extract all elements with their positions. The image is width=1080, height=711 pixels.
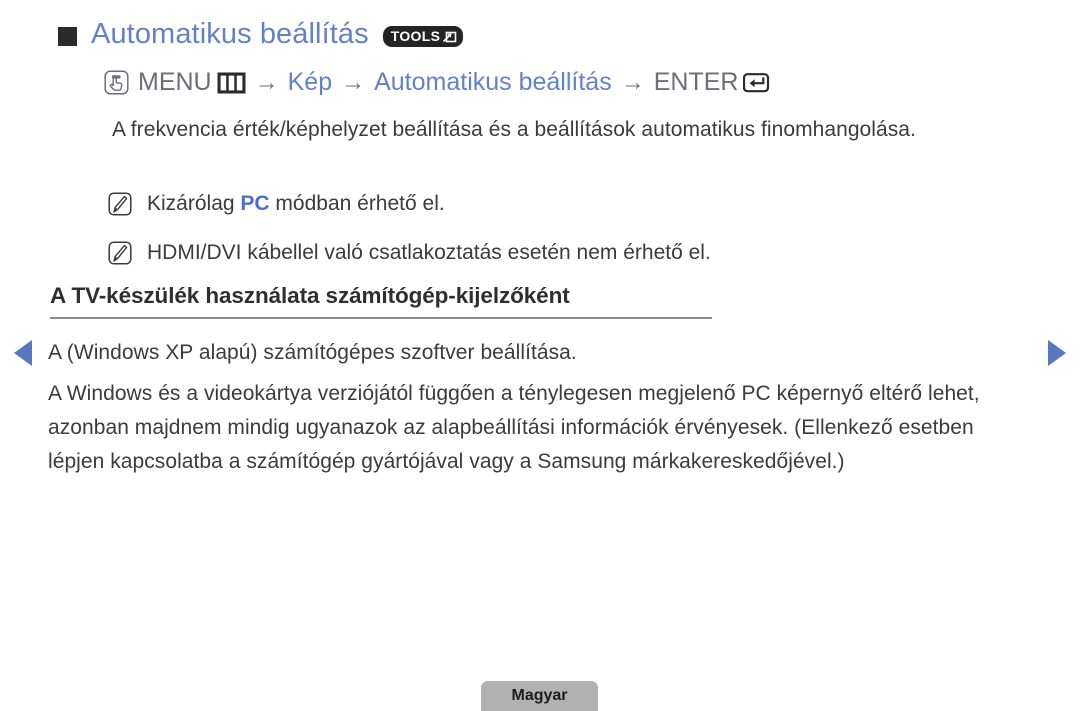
square-bullet-icon: [58, 27, 77, 46]
section-divider: [50, 317, 712, 319]
enter-return-icon: [743, 72, 771, 94]
note-pen-icon: [108, 192, 132, 224]
note-pen-icon: [108, 241, 132, 273]
prev-arrow-icon[interactable]: [14, 340, 32, 366]
path-segment-auto-setup: Automatikus beállítás: [374, 68, 612, 96]
note-text: Kizárólag PC módban érhető el.: [147, 190, 445, 218]
section-heading: A TV-készülék használata számítógép-kije…: [50, 283, 570, 308]
note-text-prefix: Kizárólag: [147, 192, 241, 215]
tools-badge[interactable]: TOOLS: [382, 26, 464, 47]
tools-arrow-icon: [442, 29, 457, 44]
note-highlight: PC: [240, 192, 270, 215]
note-text: HDMI/DVI kábellel való csatlakoztatás es…: [147, 241, 711, 264]
path-arrow-1: →: [254, 68, 279, 96]
path-arrow-3: →: [620, 68, 645, 96]
path-segment-kep: Kép: [287, 68, 333, 96]
tools-badge-label: TOOLS: [390, 28, 441, 44]
section-paragraph: A Windows és a videokártya verziójától f…: [48, 382, 980, 473]
note-text-suffix: módban érhető el.: [269, 192, 445, 215]
language-tab[interactable]: Magyar: [481, 681, 598, 711]
path-arrow-2: →: [341, 68, 366, 96]
menu-grid-icon: [217, 72, 246, 94]
description-paragraph: A frekvencia érték/képhelyzet beállítása…: [112, 118, 916, 141]
windows-xp-line: A (Windows XP alapú) számítógépes szoftv…: [48, 341, 577, 364]
press-button-icon: [104, 70, 129, 95]
next-arrow-icon[interactable]: [1048, 340, 1066, 366]
page-title: Automatikus beállítás: [91, 18, 369, 50]
note-line: Kizárólag PC módban érhető el.: [108, 190, 445, 224]
menu-path-breadcrumb: MENU → Kép → Automatikus beállítás → ENT…: [104, 68, 771, 97]
menu-label: MENU: [138, 68, 212, 96]
note-line: HDMI/DVI kábellel való csatlakoztatás es…: [108, 239, 711, 273]
manual-page: Automatikus beállítás TOOLS MENU → Kép →…: [0, 0, 1080, 711]
page-title-row: Automatikus beállítás TOOLS: [58, 18, 464, 51]
enter-label: ENTER: [653, 68, 739, 96]
language-tab-label: Magyar: [511, 687, 568, 704]
